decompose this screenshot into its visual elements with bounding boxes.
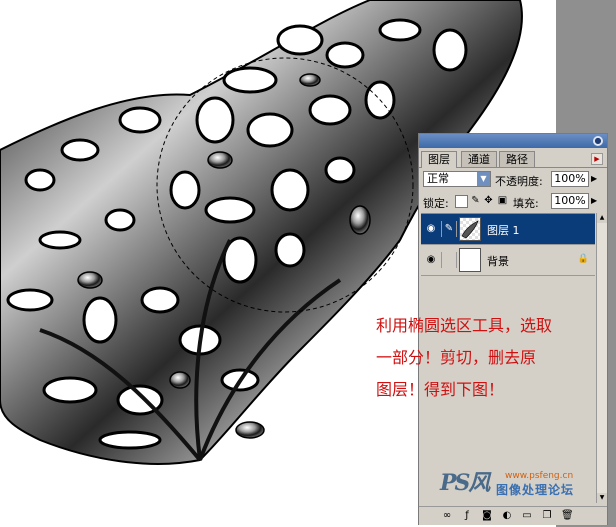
tutorial-annotation: 利用椭圆选区工具，选取 一部分！剪切，删去原 图层！得到下图！ — [376, 310, 616, 406]
lock-label: 锁定: — [423, 197, 449, 210]
brush-icon[interactable]: ✎ — [441, 221, 457, 237]
layer-thumbnail — [459, 248, 481, 272]
fill-label: 填充: — [513, 197, 539, 210]
lock-transparent-pixels-icon[interactable] — [455, 195, 468, 208]
psfeng-logo: PS风 — [440, 470, 490, 496]
layer-style-icon[interactable]: ƒ — [461, 510, 473, 522]
scroll-up-icon[interactable]: ▲ — [597, 213, 607, 223]
link-cell[interactable] — [441, 252, 457, 268]
new-layer-icon[interactable]: ❐ — [541, 510, 553, 522]
layer-row-background[interactable]: ◉ 背景 🔒 — [421, 245, 595, 276]
layer-row-layer-1[interactable]: ◉ ✎ 图层 1 — [421, 214, 595, 245]
opacity-slider-arrow-icon[interactable]: ▶ — [591, 174, 597, 183]
thumbnail-artwork-icon — [461, 220, 479, 239]
annotation-line: 图层！得到下图！ — [376, 380, 505, 399]
watermark-forum-name: 图像处理论坛 — [496, 483, 575, 497]
annotation-line: 一部分！剪切，删去原 — [376, 348, 537, 367]
blend-mode-value: 正常 — [427, 172, 449, 185]
watermark-url: www.psfeng.cn — [505, 471, 574, 481]
tab-paths[interactable]: 路径 — [499, 151, 535, 167]
lock-fill-row: 锁定: ✎ ✥ ▣ 填充: 100% ▶ — [423, 193, 605, 211]
annotation-line: 利用椭圆选区工具，选取 — [376, 316, 553, 335]
panel-titlebar[interactable]: ● — [419, 134, 607, 148]
lock-all-icon[interactable]: ▣ — [497, 195, 508, 206]
lock-image-pixels-icon[interactable]: ✎ — [470, 195, 481, 206]
link-layers-icon[interactable]: ∞ — [441, 510, 453, 522]
layer-thumbnail — [459, 217, 481, 241]
tab-channels[interactable]: 通道 — [461, 151, 497, 167]
scroll-down-icon[interactable]: ▼ — [597, 493, 607, 503]
visibility-eye-icon[interactable]: ◉ — [424, 223, 438, 235]
opacity-label: 不透明度: — [495, 175, 543, 188]
fill-input[interactable]: 100% — [551, 193, 589, 209]
visibility-eye-icon[interactable]: ◉ — [424, 254, 438, 266]
opacity-input[interactable]: 100% — [551, 171, 589, 187]
tab-layers[interactable]: 图层 — [421, 151, 457, 168]
panel-footer: ∞ ƒ ◙ ◐ ▭ ❐ 🗑 — [419, 506, 607, 525]
panel-menu-button[interactable]: ▶ — [591, 153, 603, 165]
layer-mask-icon[interactable]: ◙ — [481, 510, 493, 522]
blend-mode-select[interactable]: 正常 ▼ — [423, 171, 491, 187]
lock-position-icon[interactable]: ✥ — [483, 195, 494, 206]
layer-name: 图层 1 — [487, 224, 520, 237]
adjustment-layer-icon[interactable]: ◐ — [501, 510, 513, 522]
blend-opacity-row: 正常 ▼ 不透明度: 100% ▶ — [423, 171, 605, 189]
chevron-down-icon[interactable]: ▼ — [477, 172, 490, 186]
panel-close-button[interactable]: ● — [593, 136, 603, 146]
delete-layer-icon[interactable]: 🗑 — [561, 510, 574, 522]
layer-name: 背景 — [487, 255, 509, 268]
lock-icon: 🔒 — [577, 254, 589, 264]
panel-tabs: 图层 通道 路径 — [421, 151, 605, 168]
fill-slider-arrow-icon[interactable]: ▶ — [591, 196, 597, 205]
new-group-icon[interactable]: ▭ — [521, 510, 533, 522]
